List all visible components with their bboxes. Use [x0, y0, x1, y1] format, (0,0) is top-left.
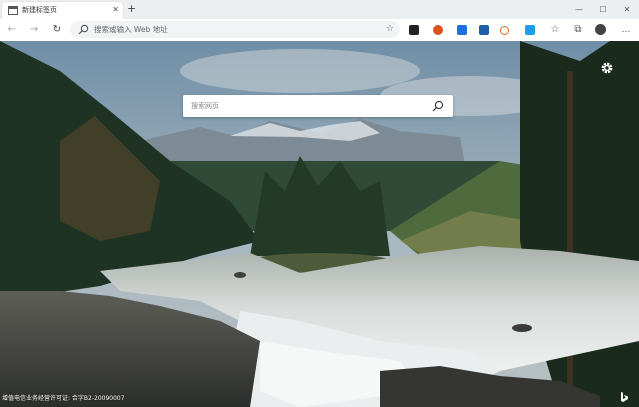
o-extension-icon[interactable]: [500, 26, 509, 35]
tab-title: 新建标签页: [22, 6, 57, 14]
new-tab-button[interactable]: +: [127, 1, 136, 17]
favorites-icon[interactable]: ☆: [548, 23, 562, 37]
back-button[interactable]: ←: [5, 23, 19, 37]
address-bar[interactable]: 搜索或输入 Web 地址 ☆: [70, 21, 400, 38]
browser-window: 新建标签页 ✕ + — ☐ ✕ ← → ↻ 搜索或输入 Web 地址 ☆ ☆ ⧉…: [0, 0, 639, 407]
more-options-icon[interactable]: …: [619, 23, 633, 37]
screenshot-extension-icon[interactable]: [479, 25, 489, 35]
translate-extension-icon[interactable]: [457, 25, 467, 35]
new-tab-page-icon: [8, 6, 18, 15]
profile-avatar[interactable]: [595, 24, 606, 35]
bing-logo-icon[interactable]: [618, 391, 630, 403]
web-search-input[interactable]: 搜索网页: [191, 100, 219, 112]
minimize-button[interactable]: —: [567, 0, 591, 19]
search-icon[interactable]: [432, 100, 444, 112]
favorite-star-icon[interactable]: ☆: [386, 23, 394, 36]
toolbar: ← → ↻ 搜索或输入 Web 地址 ☆ ☆ ⧉ …: [0, 19, 639, 42]
web-search-box[interactable]: 搜索网页: [183, 95, 453, 117]
address-input[interactable]: 搜索或输入 Web 地址: [94, 24, 168, 35]
orange-circle-extension-icon[interactable]: [433, 25, 443, 35]
collections-icon[interactable]: ⧉: [571, 23, 585, 37]
new-tab-page: 搜索网页 增值电信业务经营许可证: 合字B2-20090007: [0, 41, 639, 407]
refresh-button[interactable]: ↻: [50, 23, 64, 37]
gear-icon[interactable]: [600, 61, 614, 75]
icp-license-text[interactable]: 增值电信业务经营许可证: 合字B2-20090007: [2, 395, 125, 403]
maximize-button[interactable]: ☐: [591, 0, 615, 19]
reader-extension-icon[interactable]: [409, 25, 419, 35]
search-icon: [78, 24, 89, 35]
tab-new-tab[interactable]: 新建标签页 ✕: [2, 2, 123, 19]
tab-strip: 新建标签页 ✕ + — ☐ ✕: [0, 0, 639, 19]
tab-close-icon[interactable]: ✕: [112, 4, 119, 16]
blue-square-extension-icon[interactable]: [525, 25, 535, 35]
forward-button[interactable]: →: [27, 23, 41, 37]
close-window-button[interactable]: ✕: [615, 0, 639, 19]
